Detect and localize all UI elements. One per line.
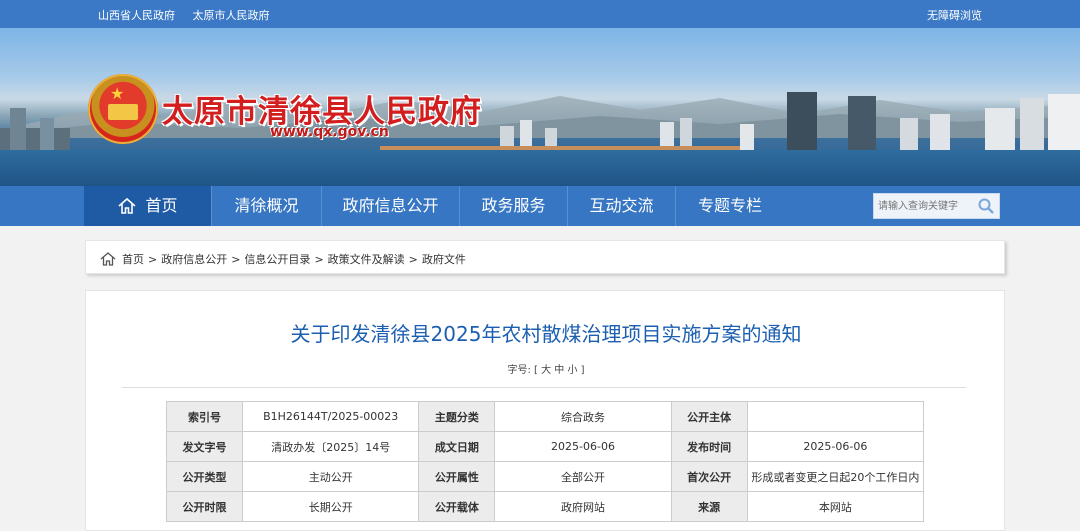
home-icon <box>118 197 137 214</box>
breadcrumb-item-catalog[interactable]: 信息公开目录 <box>244 251 310 267</box>
meta-key: 发布时间 <box>670 431 748 462</box>
meta-key: 发文字号 <box>165 431 244 462</box>
breadcrumb-item-gov-info[interactable]: 政府信息公开 <box>161 251 227 267</box>
table-row: 索引号 B1H26144T/2025-00023 主题分类 综合政务 公开主体 <box>165 401 925 432</box>
table-row: 公开时限 长期公开 公开载体 政府网站 来源 本网站 <box>165 491 925 522</box>
meta-key: 成文日期 <box>418 431 496 462</box>
breadcrumb: 首页 > 政府信息公开 > 信息公开目录 > 政策文件及解读 > 政府文件 <box>85 240 1005 274</box>
home-icon <box>100 252 116 266</box>
breadcrumb-item-gov-docs[interactable]: 政府文件 <box>422 251 466 267</box>
meta-value: 清政办发〔2025〕14号 <box>242 431 420 462</box>
link-taiyuan-gov[interactable]: 太原市人民政府 <box>193 9 270 22</box>
meta-value: 形成或者变更之日起20个工作日内 <box>746 461 925 492</box>
meta-value: 主动公开 <box>242 461 420 492</box>
nav-home-label: 首页 <box>145 196 178 215</box>
meta-key: 来源 <box>670 491 748 522</box>
top-bar: 山西省人民政府 太原市人民政府 无障碍浏览 <box>0 0 1080 28</box>
breadcrumb-sep: > <box>148 252 158 266</box>
link-shanxi-gov[interactable]: 山西省人民政府 <box>98 9 175 22</box>
meta-key: 公开载体 <box>418 491 496 522</box>
nav-gov-info[interactable]: 政府信息公开 <box>322 186 460 226</box>
meta-value: 全部公开 <box>494 461 672 492</box>
search-icon <box>978 198 994 214</box>
breadcrumb-item-policy[interactable]: 政策文件及解读 <box>328 251 405 267</box>
font-size-options[interactable]: [ 大 中 小 ] <box>534 365 585 376</box>
national-emblem: ★ <box>88 74 158 144</box>
nav-interaction[interactable]: 互动交流 <box>568 186 676 226</box>
table-row: 公开类型 主动公开 公开属性 全部公开 首次公开 形成或者变更之日起20个工作日… <box>165 461 925 492</box>
font-size-label: 字号: <box>507 365 531 376</box>
meta-value: 综合政务 <box>494 401 672 432</box>
search-box <box>873 193 1000 219</box>
font-size-switcher: 字号: [ 大 中 小 ] <box>86 361 1006 376</box>
table-row: 发文字号 清政办发〔2025〕14号 成文日期 2025-06-06 发布时间 … <box>165 431 925 462</box>
meta-key: 索引号 <box>165 401 244 432</box>
meta-value: 2025-06-06 <box>494 431 672 462</box>
meta-value: 长期公开 <box>242 491 420 522</box>
meta-key: 公开属性 <box>418 461 496 492</box>
nav-home[interactable]: 首页 <box>84 186 212 226</box>
search-button[interactable] <box>973 194 999 218</box>
meta-value <box>746 401 925 432</box>
meta-key: 主题分类 <box>418 401 496 432</box>
lake-water <box>0 150 1080 186</box>
breadcrumb-sep: > <box>314 252 324 266</box>
header-banner: ★ 太原市清徐县人民政府 www.qx.gov.cn <box>0 28 1080 186</box>
meta-key: 公开时限 <box>165 491 244 522</box>
search-input[interactable] <box>874 194 972 218</box>
top-links: 山西省人民政府 太原市人民政府 <box>98 7 284 23</box>
nav-services[interactable]: 政务服务 <box>460 186 568 226</box>
meta-value: 2025-06-06 <box>746 431 925 462</box>
nav-special[interactable]: 专题专栏 <box>676 186 784 226</box>
meta-value: 政府网站 <box>494 491 672 522</box>
metadata-table: 索引号 B1H26144T/2025-00023 主题分类 综合政务 公开主体 … <box>165 401 925 522</box>
document-title: 关于印发清徐县2025年农村散煤治理项目实施方案的通知 <box>290 322 802 346</box>
breadcrumb-sep: > <box>408 252 418 266</box>
accessibility-link[interactable]: 无障碍浏览 <box>927 7 982 23</box>
meta-key: 公开主体 <box>670 401 748 432</box>
breadcrumb-item-home[interactable]: 首页 <box>122 251 144 267</box>
nav-overview[interactable]: 清徐概况 <box>212 186 322 226</box>
meta-value: B1H26144T/2025-00023 <box>242 401 420 432</box>
meta-key: 首次公开 <box>670 461 748 492</box>
document-panel: 关于印发清徐县2025年农村散煤治理项目实施方案的通知 字号: [ 大 中 小 … <box>85 290 1005 531</box>
breadcrumb-sep: > <box>231 252 241 266</box>
meta-value: 本网站 <box>746 491 925 522</box>
divider <box>122 387 966 388</box>
site-url: www.qx.gov.cn <box>270 124 389 140</box>
meta-key: 公开类型 <box>165 461 244 492</box>
